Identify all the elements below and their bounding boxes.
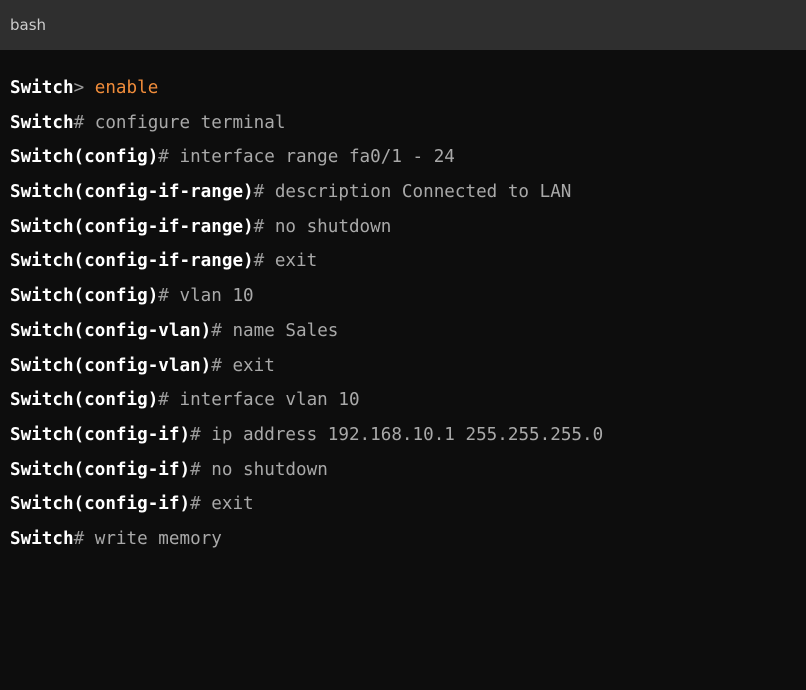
- code-line: Switch(config-if-range) # description Con…: [10, 175, 806, 210]
- code-line: Switch > enable: [10, 71, 806, 106]
- prompt-symbol: #: [158, 390, 169, 411]
- code-line: Switch(config-vlan) # name Sales: [10, 314, 806, 349]
- prompt-text: Switch(config): [10, 147, 159, 168]
- prompt-symbol: #: [190, 424, 201, 445]
- command-text: exit: [232, 355, 275, 376]
- command-text: exit: [211, 494, 254, 515]
- prompt-symbol: #: [158, 147, 169, 168]
- prompt-symbol: #: [253, 216, 265, 237]
- code-line: Switch(config) # interface vlan 10: [10, 383, 806, 418]
- code-line: Switch(config) # interface range fa0/1 - …: [10, 140, 806, 175]
- command-text: exit: [274, 251, 318, 272]
- prompt-text: Switch(config-vlan): [10, 320, 212, 341]
- code-line: Switch(config-if-range) # no shutdown: [10, 210, 806, 245]
- command-text: interface range fa0/1 - 24: [179, 147, 455, 168]
- prompt-symbol: #: [190, 494, 201, 515]
- command-text: configure terminal: [94, 112, 286, 133]
- prompt-text: Switch(config-if-range): [10, 251, 254, 272]
- prompt-text: Switch: [10, 112, 74, 133]
- command-text: write memory: [94, 528, 222, 549]
- command-text: enable: [94, 78, 159, 98]
- prompt-symbol: #: [211, 320, 222, 341]
- code-block: bash Switch > enable Switch # configure ter…: [0, 0, 806, 690]
- command-text: no shutdown: [211, 459, 328, 480]
- code-line: Switch(config) # vlan 10: [10, 279, 806, 314]
- code-line: Switch # configure terminal: [10, 106, 806, 141]
- command-text: interface vlan 10: [179, 390, 360, 411]
- code-line: Switch(config-if) # no shutdown: [10, 453, 806, 488]
- prompt-symbol: #: [190, 459, 201, 480]
- code-line: Switch(config-if) # ip address 192.168.10…: [10, 418, 806, 453]
- prompt-symbol: #: [253, 251, 265, 272]
- prompt-text: Switch: [10, 78, 74, 98]
- prompt-text: Switch(config): [10, 390, 159, 411]
- prompt-text: Switch(config): [10, 286, 159, 307]
- prompt-text: Switch(config-vlan): [10, 355, 212, 376]
- prompt-text: Switch(config-if-range): [10, 182, 254, 203]
- code-line: Switch(config-vlan) # exit: [10, 349, 806, 384]
- code-line: Switch(config-if) # exit: [10, 487, 806, 522]
- code-line: Switch # write memory: [10, 522, 806, 557]
- prompt-symbol: #: [158, 286, 169, 307]
- prompt-text: Switch(config-if): [10, 494, 191, 515]
- prompt-symbol: #: [73, 112, 85, 133]
- prompt-text: Switch(config-if): [10, 424, 191, 445]
- command-text: ip address 192.168.10.1 255.255.255.0: [211, 424, 604, 445]
- prompt-symbol: >: [73, 78, 85, 98]
- command-text: vlan 10: [179, 286, 254, 307]
- command-text: name Sales: [232, 320, 339, 341]
- code-content[interactable]: Switch > enable Switch # configure terminal…: [0, 0, 806, 557]
- prompt-text: Switch(config-if): [10, 459, 191, 480]
- code-line: Switch(config-if-range) # exit: [10, 244, 806, 279]
- command-text: description Connected to LAN: [274, 182, 572, 203]
- prompt-symbol: #: [73, 528, 85, 549]
- prompt-symbol: #: [253, 182, 265, 203]
- prompt-text: Switch: [10, 528, 74, 549]
- command-text: no shutdown: [274, 216, 392, 237]
- prompt-text: Switch(config-if-range): [10, 216, 254, 237]
- prompt-symbol: #: [211, 355, 222, 376]
